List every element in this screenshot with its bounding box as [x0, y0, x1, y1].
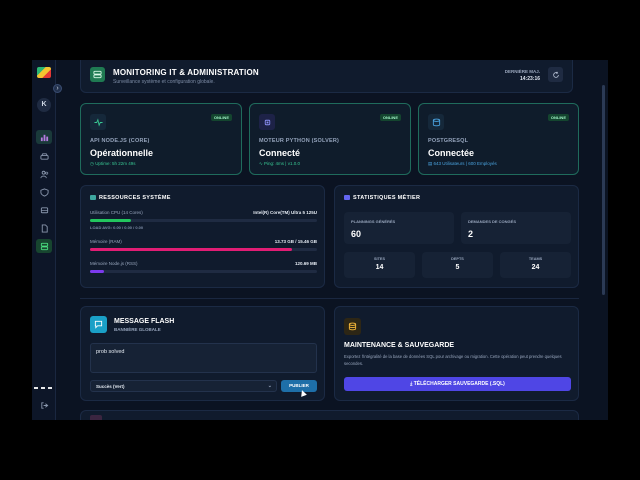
severity-select[interactable]: Succès (Vert) ⌄ — [90, 380, 277, 392]
users-icon[interactable] — [36, 167, 52, 181]
service-card-postgres: ONLINE POSTGRESQL Connectée ▤ 643 Utilis… — [418, 103, 579, 175]
sidebar-collapse-button[interactable]: › — [53, 84, 62, 93]
ram-value: 13.73 GB / 15.46 GB — [274, 239, 317, 244]
flash-subtitle: BANNIÈRE GLOBALE — [114, 327, 161, 332]
stat-teams: TEAMS 24 — [500, 252, 571, 278]
database-icon[interactable] — [36, 239, 52, 253]
status-badge: ONLINE — [547, 114, 569, 121]
ram-bar — [90, 248, 317, 251]
page-header: MONITORING IT & ADMINISTRATION Surveilla… — [80, 60, 573, 93]
cpu-bar — [90, 219, 317, 222]
vertical-scrollbar[interactable] — [602, 85, 605, 295]
cpu-model: Intel(R) Core(TM) Ultra 5 125U — [253, 210, 317, 215]
service-caption: POSTGRESQL — [428, 138, 469, 144]
message-icon — [90, 316, 107, 333]
resources-title: RESSOURCES SYSTÈME — [90, 195, 171, 201]
service-caption: MOTEUR PYTHON (SOLVER) — [259, 138, 340, 144]
flash-message-panel: MESSAGE FLASH BANNIÈRE GLOBALE prob solv… — [80, 306, 325, 401]
ram-bar-fill — [90, 248, 293, 251]
chevron-down-icon: ⌄ — [267, 383, 272, 389]
rss-bar-fill — [90, 270, 104, 273]
service-card-python: ONLINE MOTEUR PYTHON (SOLVER) Connecté ∿… — [249, 103, 411, 175]
service-state: Opérationnelle — [90, 148, 154, 158]
sidebar: K — [32, 60, 56, 420]
trend-icon — [344, 195, 350, 200]
rss-value: 120.69 MB — [294, 261, 317, 266]
document-icon[interactable] — [36, 221, 52, 235]
stat-depts: DEPTS 5 — [422, 252, 493, 278]
shield-icon[interactable] — [36, 185, 52, 199]
stat-sites: SITES 14 — [344, 252, 415, 278]
logout-icon[interactable] — [40, 401, 49, 410]
stats-title: STATISTIQUES MÉTIER — [344, 195, 420, 201]
activity-icon — [90, 114, 106, 130]
cpu-bar-fill — [90, 219, 131, 222]
section-divider — [80, 298, 579, 299]
stats-panel: STATISTIQUES MÉTIER PLANNINGS GÉNÉRÉS 60… — [334, 185, 579, 288]
refresh-button[interactable] — [548, 67, 563, 82]
status-badge: ONLINE — [379, 114, 401, 121]
page-title: MONITORING IT & ADMINISTRATION — [113, 68, 259, 77]
service-state: Connecté — [259, 148, 301, 158]
service-meta: ▤ 643 Utilisateurs | 600 Employés — [428, 161, 497, 166]
sidebar-scroll-indicator — [34, 387, 54, 389]
status-badge: ONLINE — [210, 114, 232, 121]
bus-icon[interactable] — [36, 203, 52, 217]
main-content: MONITORING IT & ADMINISTRATION Surveilla… — [56, 60, 608, 420]
service-meta: ◷ Uptime: 5h 22m 49s — [90, 161, 136, 166]
download-backup-button[interactable]: ⤓ TÉLÉCHARGER SAUVEGARDE (.SQL) — [344, 377, 571, 391]
stat-conges: DEMANDES DE CONGÉS 2 — [461, 212, 571, 244]
car-icon[interactable] — [36, 149, 52, 163]
page-subtitle: Surveillance système et configuration gl… — [113, 79, 215, 85]
next-card-partial — [80, 410, 579, 420]
refresh-icon — [552, 71, 559, 78]
app-window: K › MONITORING IT & ADMINISTRATION Surve… — [32, 60, 608, 420]
resources-panel: RESSOURCES SYSTÈME Utilisation CPU (14 C… — [80, 185, 325, 288]
card-icon — [90, 415, 102, 420]
chart-icon[interactable] — [36, 130, 52, 144]
rss-label: Mémoire Node.js (RSS) — [90, 261, 138, 266]
server-icon — [90, 67, 105, 82]
service-caption: API NODE.JS (CORE) — [90, 138, 150, 144]
last-update-label: DERNIÈRE MAJ. — [504, 69, 540, 74]
service-state: Connectée — [428, 148, 475, 158]
load-average: LOAD AVG: 0.00 / 0.00 / 0.00 — [90, 225, 144, 230]
maintenance-panel: MAINTENANCE & SAUVEGARDE Exportez l'inté… — [334, 306, 579, 401]
ram-label: Mémoire (RAM) — [90, 239, 122, 244]
cpu-icon — [259, 114, 275, 130]
service-meta: ∿ Ping: 4ms | v1.0.0 — [259, 161, 300, 166]
database-backup-icon — [344, 318, 361, 335]
flash-title: MESSAGE FLASH — [114, 318, 175, 325]
rss-bar — [90, 270, 317, 273]
database-icon — [428, 114, 444, 130]
last-update-time: 14:23:16 — [519, 76, 540, 82]
maintenance-description: Exportez l'intégralité de la base de don… — [344, 354, 562, 366]
stat-plannings: PLANNINGS GÉNÉRÉS 60 — [344, 212, 454, 244]
server-small-icon — [90, 195, 96, 200]
avatar[interactable]: K — [37, 98, 51, 112]
flash-message-input[interactable]: prob solved — [90, 343, 317, 373]
cpu-label: Utilisation CPU (14 Cores) — [90, 210, 143, 215]
maintenance-title: MAINTENANCE & SAUVEGARDE — [344, 342, 455, 349]
app-logo[interactable] — [37, 67, 51, 78]
service-card-api: ONLINE API NODE.JS (CORE) Opérationnelle… — [80, 103, 242, 175]
